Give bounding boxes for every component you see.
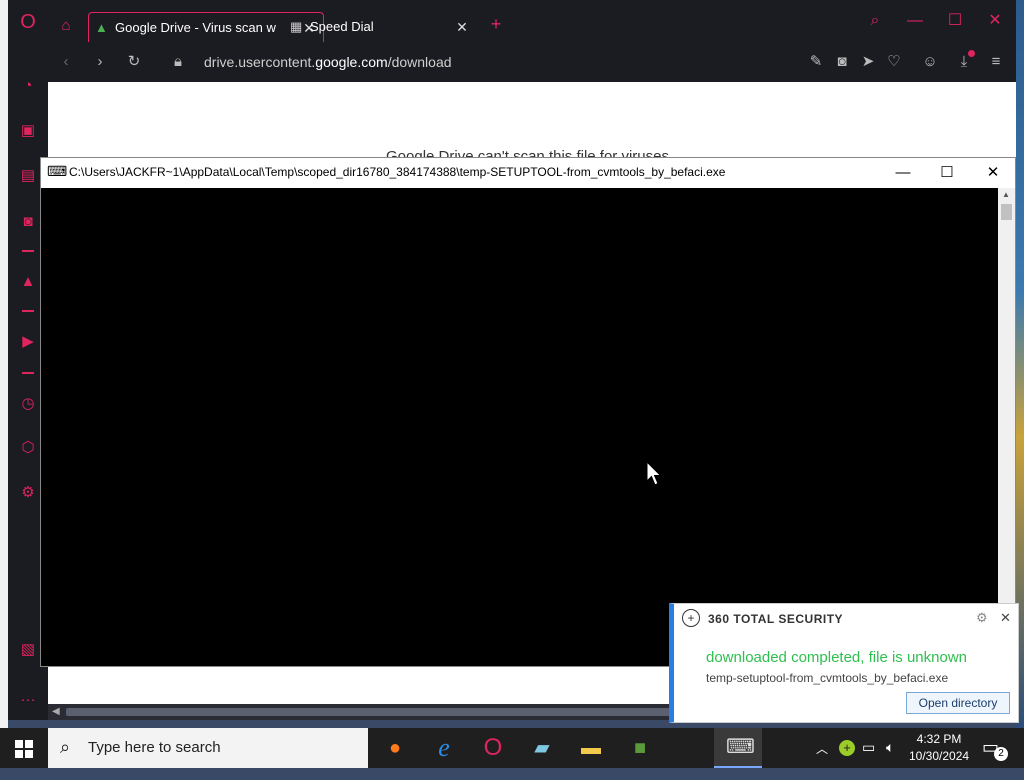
notification-count-badge: 2 [994,747,1008,761]
tab-bar: ⌂ ▲ Google Drive - Virus scan w ✕ ▦ Spee… [48,0,1016,42]
more-dots-icon[interactable]: ··· [18,690,38,710]
download-badge [968,50,975,57]
address-bar: ‹ › ↻ 🔒︎ drive.usercontent.google.com/do… [48,42,1016,82]
minecraft-icon[interactable]: ■ [624,732,656,764]
console-minimize-button[interactable]: — [883,161,923,185]
internet-explorer-icon[interactable]: e [428,732,460,764]
sidebar-divider [22,372,34,374]
grid-icon: ▦ [290,19,303,34]
forward-arrow-icon[interactable]: › [90,52,110,72]
desktop-left-edge [0,0,8,728]
history-clock-icon[interactable]: ◷ [18,394,38,414]
console-close-button[interactable]: ✕ [973,161,1013,185]
tab-label: Speed Dial [310,19,374,34]
close-window-button[interactable]: ✕ [980,8,1010,34]
opera-taskbar-icon[interactable]: O [477,732,509,764]
send-icon[interactable]: ➤ [858,52,878,72]
tray-chevron-icon[interactable]: ︿ [816,740,828,780]
edit-icon[interactable]: ✎ [806,52,826,72]
lock-icon[interactable]: 🔒︎ [168,52,188,72]
minimize-button[interactable]: — [900,8,930,34]
settings-gear-icon[interactable]: ⚙ [18,483,38,503]
notification-filename: temp-setuptool-from_cvmtools_by_befaci.e… [706,671,949,685]
mouse-cursor-icon [646,461,662,486]
scroll-thumb[interactable] [66,708,670,716]
horizontal-scrollbar[interactable]: ◀ [48,704,670,720]
scroll-left-icon[interactable]: ◀ [52,706,60,717]
sidebar-divider [22,250,34,252]
search-tabs-icon[interactable]: ⌕ [860,8,890,34]
twitch-icon[interactable]: ▤ [18,166,38,186]
scroll-up-icon[interactable]: ▲ [1002,190,1010,199]
tab-speed-dial[interactable]: ▦ Speed Dial ✕ [284,12,476,42]
gallery-icon[interactable]: ▧ [18,640,38,660]
url-suffix: /download [387,54,452,70]
menu-icon[interactable]: ≡ [986,52,1006,72]
speedometer-icon[interactable]: ◔ [18,76,38,96]
console-maximize-button[interactable]: ☐ [927,161,967,185]
360-tray-icon[interactable]: + [839,740,855,756]
console-taskbar-button[interactable]: ⌨ [714,728,762,768]
clock-date: 10/30/2024 [909,749,970,763]
notification-message: downloaded completed, file is unknown [706,649,967,666]
clock-time: 4:32 PM [916,732,962,746]
aria-icon[interactable]: ▲ [18,272,38,292]
console-vertical-scrollbar[interactable]: ▲ [998,188,1015,666]
file-explorer-icon[interactable]: ▬ [575,732,607,764]
windows-taskbar: ⌕ Type here to search ● e O ▰ ▬ ■ ⌨ ︿ + … [0,728,1024,768]
url-prefix: drive.usercontent. [204,54,316,70]
url-domain: google.com [315,54,388,70]
search-placeholder: Type here to search [88,739,221,756]
console-app-icon: ⌨ [47,163,68,179]
opera-logo-icon[interactable]: O [18,12,38,32]
reload-icon[interactable]: ↻ [124,52,144,72]
profile-icon[interactable]: ☺ [920,52,940,72]
security-notification: + 360 TOTAL SECURITY ⚙ ✕ downloaded comp… [669,603,1019,723]
instagram-icon[interactable]: ◙ [18,212,38,232]
windows-start-icon[interactable] [15,740,33,758]
new-tab-plus-icon[interactable]: + [486,14,506,34]
console-taskbar-icon: ⌨ [726,736,755,758]
console-scroll-thumb[interactable] [1001,204,1012,220]
notepad-icon[interactable]: ▰ [526,732,558,764]
notification-settings-icon[interactable]: ⚙ [976,610,988,626]
heart-icon[interactable]: ♡ [884,52,904,72]
sidebar-divider [22,310,34,312]
close-tab-icon[interactable]: ✕ [454,12,470,42]
camera-icon[interactable]: ◙ [832,52,852,72]
network-icon[interactable]: ▭ [862,739,875,779]
tab-label: Google Drive - Virus scan w [115,20,276,35]
google-drive-icon: ▲ [95,20,108,35]
notification-close-icon[interactable]: ✕ [1000,610,1011,626]
maximize-button[interactable]: ☐ [940,8,970,34]
url-field[interactable]: drive.usercontent.google.com/download [204,52,452,72]
player-icon[interactable]: ▶ [18,332,38,352]
search-icon: ⌕ [60,737,71,757]
360-logo-icon: + [682,609,700,627]
volume-icon[interactable]: 🔈︎ [886,739,894,779]
bag-icon[interactable]: ▣ [18,121,38,141]
clock[interactable]: 4:32 PM 10/30/2024 [909,731,969,771]
open-directory-button[interactable]: Open directory [906,692,1010,714]
console-window[interactable]: ⌨ C:\Users\JACKFR~1\AppData\Local\Temp\s… [40,157,1016,667]
firefox-icon[interactable]: ● [379,732,411,764]
console-title: C:\Users\JACKFR~1\AppData\Local\Temp\sco… [69,165,726,179]
console-title-bar[interactable]: ⌨ C:\Users\JACKFR~1\AppData\Local\Temp\s… [41,158,1015,188]
taskbar-search-box[interactable]: ⌕ Type here to search [48,728,368,768]
gamepad-icon[interactable]: ⌂ [56,16,76,36]
extensions-cube-icon[interactable]: ⬡ [18,438,38,458]
back-arrow-icon[interactable]: ‹ [56,52,76,72]
notification-brand: 360 TOTAL SECURITY [708,612,844,626]
